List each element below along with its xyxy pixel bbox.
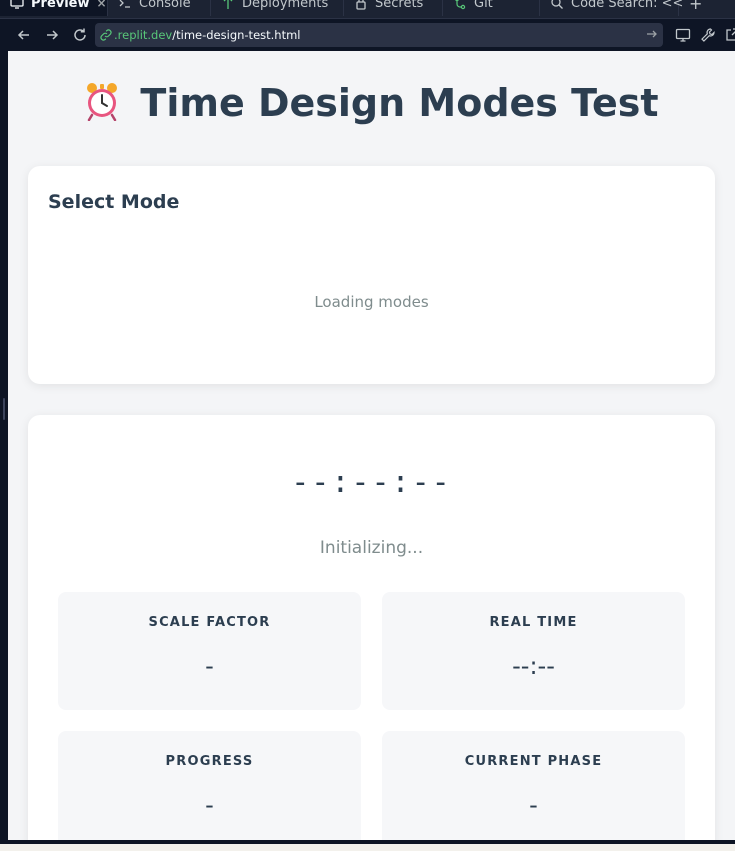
devices-icon[interactable] [675,27,691,43]
mode-select-heading: Select Mode [48,191,180,213]
link-icon [100,29,112,41]
resize-gutter[interactable] [0,51,8,840]
url-path: /time-design-test.html [172,28,301,42]
deploy-icon [223,0,233,9]
back-arrow-icon[interactable] [16,27,32,43]
page-title-text: Time Design Modes Test [140,81,659,125]
url-host: .replit.dev [114,28,173,42]
stat-progress: PROGRESS - [58,731,361,840]
address-bar: .replit.dev/time-design-test.html [0,18,735,51]
tab-label: Console [139,0,191,11]
tab-secrets[interactable]: Secrets [344,0,443,16]
page-title: Time Design Modes Test [8,81,735,125]
stat-value: - [529,791,538,819]
stat-label: CURRENT PHASE [464,754,603,769]
clock-display: --:--:-- [291,465,452,500]
timer-card: --:--:-- Initializing... SCALE FACTOR - … [28,415,715,840]
stat-scale-factor: SCALE FACTOR - [58,592,361,710]
stat-current-phase: CURRENT PHASE - [382,731,685,840]
tab-label: Preview [31,0,90,11]
loading-modes-text: Loading modes [314,293,429,311]
tab-preview[interactable]: Preview × [0,0,108,16]
preview-page: Time Design Modes Test Select Mode Loadi… [8,51,735,840]
stat-value: --:-- [512,652,555,680]
stat-value: - [205,652,214,680]
tab-console[interactable]: Console [108,0,211,16]
mode-select-card: Select Mode Loading modes [28,166,715,384]
tab-bar: Preview × Console Deployments Secrets Gi… [0,0,735,18]
plus-icon: + [689,0,703,13]
resize-handle[interactable] [3,398,5,420]
git-icon [455,0,466,10]
stat-label: REAL TIME [489,615,578,630]
tab-deployments[interactable]: Deployments [211,0,344,16]
stat-value: - [205,791,214,819]
stat-label: SCALE FACTOR [148,615,271,630]
stat-label: PROGRESS [165,754,254,769]
lock-icon [356,0,366,10]
tab-label: Deployments [242,0,329,11]
terminal-icon [119,0,130,8]
search-icon [551,0,563,9]
reload-icon[interactable] [72,27,88,43]
tab-label: Git [474,0,493,11]
close-icon[interactable]: × [97,0,107,10]
forward-arrow-icon[interactable] [44,27,60,43]
wrench-icon[interactable] [700,27,716,43]
tab-code-search[interactable]: Code Search: << [540,0,683,16]
timer-status: Initializing... [319,538,424,558]
window-bottom-edge [0,840,735,851]
window-border [0,840,735,844]
open-external-icon[interactable] [724,27,735,43]
monitor-icon [10,0,24,9]
tab-git[interactable]: Git [443,0,540,16]
arrow-right-icon[interactable] [645,27,659,41]
new-tab-button[interactable]: + [679,0,719,16]
tab-label: Code Search: << [571,0,684,11]
stat-real-time: REAL TIME --:-- [382,592,685,710]
url-input[interactable]: .replit.dev/time-design-test.html [95,23,663,47]
alarm-clock-icon [84,81,120,122]
tab-label: Secrets [375,0,424,11]
